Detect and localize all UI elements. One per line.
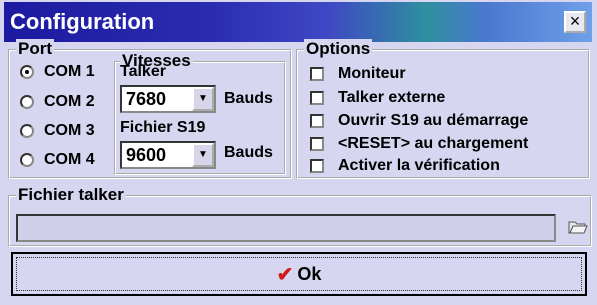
option-reset[interactable]: <RESET> au chargement <box>310 133 528 155</box>
ok-button-content: ✔ Ok <box>16 257 582 291</box>
option-verification-checkbox[interactable] <box>310 159 324 173</box>
file-talker-group: Fichier talker <box>8 185 592 247</box>
talker-speed-value: 7680 <box>126 89 167 109</box>
radio-com1[interactable]: COM 1 <box>20 61 95 83</box>
configuration-window: Configuration × Port COM 1 COM 2 COM 3 C… <box>0 0 597 305</box>
s19-speed-label: Fichier S19 <box>120 119 206 136</box>
radio-com2-label: COM 2 <box>44 93 95 110</box>
option-talker-externe-label: Talker externe <box>338 89 446 106</box>
radio-com3-label: COM 3 <box>44 122 95 139</box>
option-ouvrir-s19-checkbox[interactable] <box>310 114 324 128</box>
option-moniteur-label: Moniteur <box>338 65 406 82</box>
close-button[interactable]: × <box>564 11 586 33</box>
option-verification[interactable]: Activer la vérification <box>310 155 500 177</box>
option-ouvrir-s19[interactable]: Ouvrir S19 au démarrage <box>310 110 528 132</box>
s19-speed-unit: Bauds <box>224 144 273 161</box>
title-bar: Configuration × <box>4 2 592 42</box>
radio-com3-button[interactable] <box>20 124 34 138</box>
port-group: Port COM 1 COM 2 COM 3 COM 4 Vitesses Ta… <box>8 39 292 179</box>
speeds-group: Vitesses Talker 7680 ▼ Bauds Fichier S19… <box>114 51 286 175</box>
ok-button-label: Ok <box>297 263 322 284</box>
radio-com2[interactable]: COM 2 <box>20 91 95 113</box>
talker-speed-unit: Bauds <box>224 90 273 107</box>
option-verification-label: Activer la vérification <box>338 157 500 174</box>
radio-com3[interactable]: COM 3 <box>20 120 95 142</box>
s19-speed-dropdown-arrow-icon[interactable]: ▼ <box>192 143 214 167</box>
s19-speed-select[interactable]: 9600 ▼ <box>120 141 216 169</box>
options-group-label: Options <box>304 39 373 59</box>
ok-button[interactable]: ✔ Ok <box>11 252 587 296</box>
options-group: Options Moniteur Talker externe Ouvrir S… <box>296 39 590 179</box>
radio-com4-label: COM 4 <box>44 151 95 168</box>
option-moniteur-checkbox[interactable] <box>310 67 324 81</box>
window-title: Configuration <box>10 9 155 34</box>
talker-speed-dropdown-arrow-icon[interactable]: ▼ <box>192 87 214 111</box>
file-talker-group-label: Fichier talker <box>16 185 126 205</box>
option-reset-checkbox[interactable] <box>310 137 324 151</box>
file-talker-input[interactable] <box>16 214 556 242</box>
option-ouvrir-s19-label: Ouvrir S19 au démarrage <box>338 112 529 129</box>
s19-speed-value: 9600 <box>126 145 167 165</box>
check-icon: ✔ <box>276 263 294 286</box>
talker-speed-select[interactable]: 7680 ▼ <box>120 85 216 113</box>
port-group-label: Port <box>16 39 54 59</box>
radio-com4[interactable]: COM 4 <box>20 149 95 171</box>
option-talker-externe[interactable]: Talker externe <box>310 87 445 109</box>
radio-com1-label: COM 1 <box>44 63 95 80</box>
option-talker-externe-checkbox[interactable] <box>310 91 324 105</box>
option-moniteur[interactable]: Moniteur <box>310 63 406 85</box>
folder-open-icon[interactable] <box>568 219 588 235</box>
talker-speed-label: Talker <box>120 63 166 80</box>
radio-com4-button[interactable] <box>20 153 34 167</box>
option-reset-label: <RESET> au chargement <box>338 135 529 152</box>
radio-com1-button[interactable] <box>20 65 34 79</box>
radio-com2-button[interactable] <box>20 95 34 109</box>
